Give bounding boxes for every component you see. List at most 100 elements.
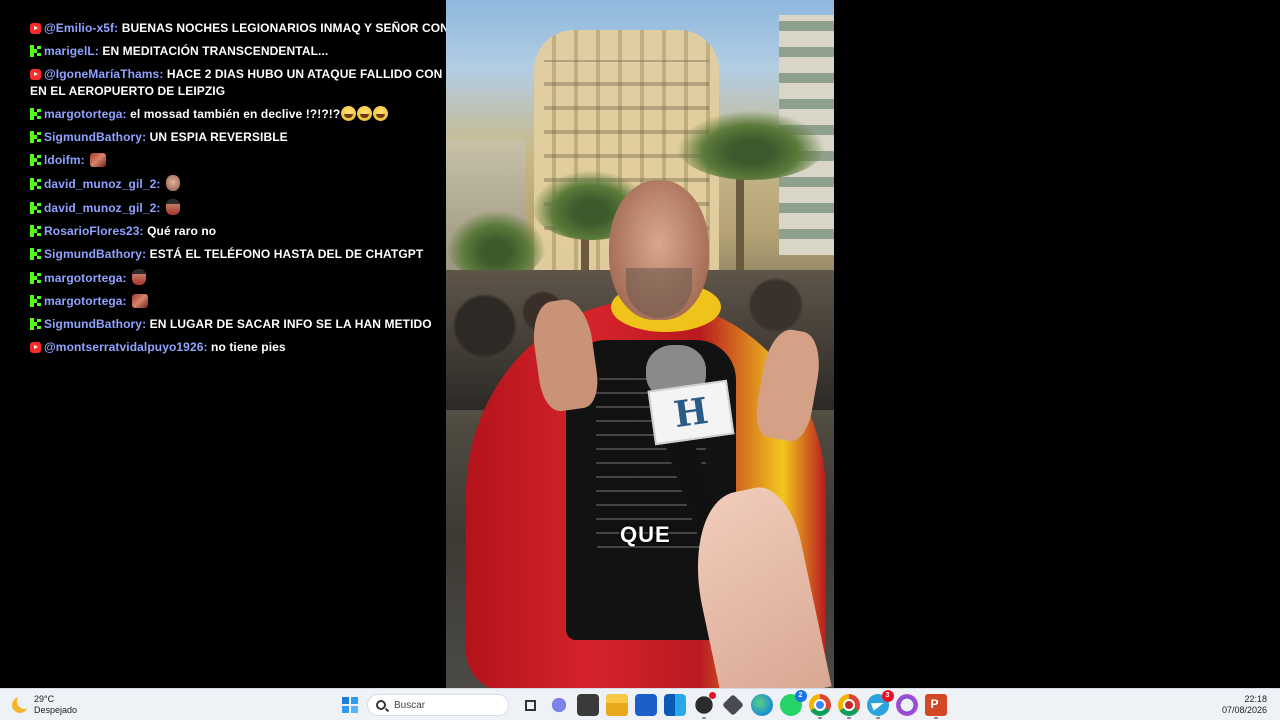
- youtube-icon: [30, 69, 41, 80]
- obs-studio-icon[interactable]: [692, 692, 716, 719]
- chrome-icon[interactable]: [808, 694, 831, 719]
- clock-date: 07/08/2026: [1221, 705, 1267, 715]
- file-explorer-icon[interactable]: [605, 694, 628, 716]
- running-indicator: [817, 717, 822, 719]
- kick-icon: [30, 108, 41, 120]
- chat-username[interactable]: margotortega: [44, 271, 123, 285]
- emote-laugh-icon: [357, 106, 373, 121]
- chat-text: no tiene pies: [211, 340, 286, 354]
- notification-badge: 2: [794, 690, 807, 702]
- chat-username[interactable]: @montserratvidalpuyo1926: [44, 340, 204, 354]
- video-frame[interactable]: H QUE: [446, 0, 834, 688]
- chat-username[interactable]: SigmundBathory: [44, 317, 142, 331]
- ms-store-icon[interactable]: [634, 694, 657, 716]
- chat-username[interactable]: david_munoz_gil_2: [44, 201, 156, 215]
- chat-message: @montserratvidalpuyo1926: no tiene pies: [30, 339, 500, 356]
- kick-icon: [30, 248, 41, 260]
- chat-message: @IgoneMaríaThams: HACE 2 DIAS HUBO UN AT…: [30, 66, 500, 100]
- chat-separator: :: [142, 317, 150, 331]
- youtube-icon: [30, 342, 41, 353]
- chat-message: SigmundBathory: EN LUGAR DE SACAR INFO S…: [30, 316, 500, 333]
- chat-separator: :: [156, 177, 164, 191]
- microphone-logo: H: [647, 379, 735, 446]
- telegram-icon[interactable]: 3: [866, 690, 894, 719]
- chat-separator: :: [114, 21, 122, 35]
- emote-red-icon: [132, 294, 149, 308]
- chat-text: BUENAS NOCHES LEGIONARIOS INMAQ Y SEÑOR …: [121, 21, 466, 35]
- chat-username[interactable]: SigmundBathory: [44, 247, 142, 261]
- chat-username[interactable]: marigelL: [44, 44, 95, 58]
- kick-icon: [30, 202, 41, 214]
- palm-tree: [676, 110, 826, 180]
- emote-laugh-icon: [341, 106, 357, 121]
- search-icon: [376, 700, 386, 710]
- chat-separator: :: [159, 67, 167, 81]
- chat-separator: :: [80, 153, 89, 167]
- chat-message: margotortega: el mossad también en decli…: [30, 106, 500, 123]
- recording-dot-icon: [708, 692, 716, 699]
- clock-time: 22:18: [1244, 694, 1267, 704]
- chat-username[interactable]: margotortega: [44, 294, 123, 308]
- capture-app-icon[interactable]: [576, 694, 599, 716]
- kick-icon: [30, 318, 41, 330]
- kick-icon: [30, 154, 41, 166]
- chat-message: SigmundBathory: UN ESPIA REVERSIBLE: [30, 129, 500, 146]
- youtube-icon: [30, 23, 41, 34]
- chat-text: el mossad también en declive !?!?!?: [130, 107, 341, 121]
- emote-face-icon: [165, 175, 180, 191]
- chat-username[interactable]: @IgoneMaríaThams: [44, 67, 159, 81]
- chat-username[interactable]: RosarioFlores23: [44, 224, 140, 238]
- chat-text: UN ESPIA REVERSIBLE: [149, 130, 288, 144]
- emote-face2-icon: [165, 199, 180, 215]
- weather-condition: Despejado: [34, 705, 78, 715]
- windows-taskbar: 29°C Despejado Buscar 2 3 22:18 07/08/2026: [0, 688, 1280, 720]
- taskbar-search-box[interactable]: Buscar: [367, 694, 509, 716]
- weather-widget[interactable]: 29°C Despejado: [12, 694, 77, 716]
- whatsapp-icon[interactable]: 2: [779, 690, 807, 716]
- moon-icon: [12, 694, 32, 713]
- emote-red-icon: [90, 153, 107, 167]
- chat-username[interactable]: ldoifm: [44, 153, 81, 167]
- live-chat-overlay: @Emilio-x5f: BUENAS NOCHES LEGIONARIOS I…: [30, 20, 500, 370]
- weather-temp: 29°C: [34, 694, 55, 704]
- chat-message: @Emilio-x5f: BUENAS NOCHES LEGIONARIOS I…: [30, 20, 500, 37]
- edge-icon[interactable]: [750, 694, 773, 716]
- 3d-cube-icon[interactable]: [721, 694, 744, 716]
- chat-text: EN LUGAR DE SACAR INFO SE LA HAN METIDO: [149, 317, 432, 331]
- kick-icon: [30, 45, 41, 57]
- chat-separator: :: [203, 340, 212, 354]
- outlook-icon[interactable]: [663, 694, 686, 716]
- taskbar-apps: Buscar 2 3: [335, 690, 950, 719]
- chat-text: ESTÁ EL TELÉFONO HASTA DEL DE CHATGPT: [149, 247, 424, 261]
- chat-username[interactable]: SigmundBathory: [44, 130, 142, 144]
- teams-icon[interactable]: [547, 694, 570, 716]
- notification-badge: 3: [881, 690, 894, 702]
- chat-message: RosarioFlores23: Qué raro no: [30, 223, 500, 240]
- chat-username[interactable]: david_munoz_gil_2: [44, 177, 156, 191]
- chat-message: marigelL: EN MEDITACIÓN TRANSCENDENTAL..…: [30, 43, 500, 60]
- kick-icon: [30, 272, 41, 284]
- chat-message: ldoifm:: [30, 152, 500, 169]
- chat-separator: :: [156, 201, 164, 215]
- chat-text: Qué raro no: [147, 224, 217, 238]
- circle-app-icon[interactable]: [895, 694, 918, 716]
- video-subtitle: QUE: [620, 522, 671, 547]
- kick-icon: [30, 225, 41, 237]
- system-clock[interactable]: 22:18 07/08/2026: [1222, 694, 1267, 716]
- chat-message: margotortega:: [30, 293, 500, 310]
- task-view-icon[interactable]: [518, 694, 541, 716]
- chat-username[interactable]: @Emilio-x5f: [44, 21, 114, 35]
- running-indicator: [846, 717, 851, 719]
- search-placeholder: Buscar: [394, 699, 426, 711]
- chat-separator: :: [142, 247, 150, 261]
- chat-separator: :: [122, 294, 131, 308]
- start-menu-icon[interactable]: [338, 694, 361, 716]
- chat-username[interactable]: margotortega: [44, 107, 123, 121]
- chat-message: SigmundBathory: ESTÁ EL TELÉFONO HASTA D…: [30, 246, 500, 263]
- emote-face2-icon: [132, 269, 147, 285]
- chat-separator: :: [122, 271, 131, 285]
- chrome-profile-icon[interactable]: [837, 694, 860, 719]
- kick-icon: [30, 131, 41, 143]
- powerpoint-icon[interactable]: [924, 694, 947, 719]
- chat-separator: :: [122, 107, 131, 121]
